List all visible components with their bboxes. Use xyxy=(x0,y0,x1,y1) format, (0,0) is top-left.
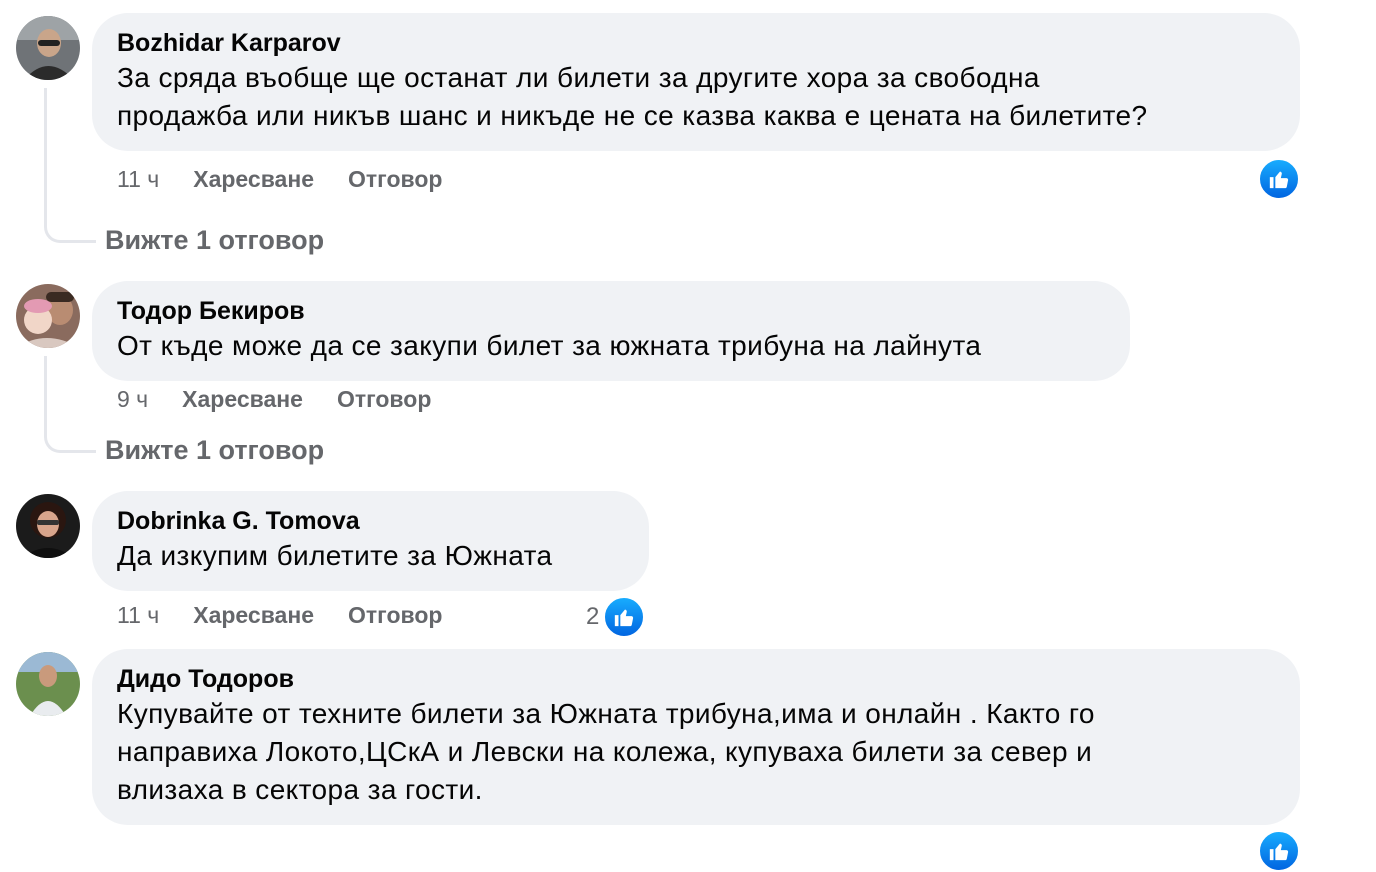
thread-line xyxy=(44,356,47,433)
comment-text-line: Купувайте от техните билети за Южната тр… xyxy=(117,698,1095,729)
comment-timestamp[interactable]: 11 ч xyxy=(117,166,159,193)
reaction-count[interactable]: 2 xyxy=(586,603,599,631)
avatar[interactable] xyxy=(16,494,80,558)
like-button[interactable]: Харесване xyxy=(182,386,303,413)
comment-bubble: Тодор Бекиров От къде може да се закупи … xyxy=(92,281,1130,381)
view-replies-link[interactable]: Вижте 1 отговор xyxy=(105,225,324,256)
comment-text-line: продажба или никъв шанс и никъде не се к… xyxy=(117,100,1148,131)
comment-author[interactable]: Тодор Бекиров xyxy=(117,295,1105,327)
comment-author[interactable]: Dobrinka G. Tomova xyxy=(117,505,624,537)
thread-line xyxy=(44,88,47,223)
reply-button[interactable]: Отговор xyxy=(337,386,431,413)
comment-actions: 9 ч Харесване Отговор xyxy=(117,386,431,413)
avatar[interactable] xyxy=(16,652,80,716)
comment-author[interactable]: Bozhidar Karparov xyxy=(117,27,1275,59)
comment-timestamp[interactable]: 11 ч xyxy=(117,602,159,629)
comment-actions: 11 ч Харесване Отговор xyxy=(117,602,442,629)
comment-timestamp[interactable]: 9 ч xyxy=(117,386,148,413)
like-icon[interactable] xyxy=(1258,830,1300,872)
thread-connector xyxy=(44,433,96,453)
avatar[interactable] xyxy=(16,16,80,80)
like-icon[interactable] xyxy=(1258,158,1300,200)
view-replies-link[interactable]: Вижте 1 отговор xyxy=(105,435,324,466)
comment-bubble: Dobrinka G. Tomova Да изкупим билетите з… xyxy=(92,491,649,591)
like-button[interactable]: Харесване xyxy=(193,166,314,193)
comment-bubble: Bozhidar Karparov За сряда въобще ще ост… xyxy=(92,13,1300,151)
reply-button[interactable]: Отговор xyxy=(348,602,442,629)
comment-text-line: влизаха в сектора за гости. xyxy=(117,774,483,805)
avatar[interactable] xyxy=(16,284,80,348)
like-icon[interactable] xyxy=(603,596,645,638)
comment-text-line: Да изкупим билетите за Южната xyxy=(117,540,553,571)
comment-actions: 11 ч Харесване Отговор xyxy=(117,166,442,193)
comment-text-line: направиха Локото,ЦСкА и Левски на колежа… xyxy=(117,736,1093,767)
comment-bubble: Дидо Тодоров Купувайте от техните билети… xyxy=(92,649,1300,825)
comment-author[interactable]: Дидо Тодоров xyxy=(117,663,1275,695)
comment-text-line: За сряда въобще ще останат ли билети за … xyxy=(117,62,1040,93)
thread-connector xyxy=(44,223,96,243)
comment-text-line: От къде може да се закупи билет за южнат… xyxy=(117,330,982,361)
like-button[interactable]: Харесване xyxy=(193,602,314,629)
reply-button[interactable]: Отговор xyxy=(348,166,442,193)
